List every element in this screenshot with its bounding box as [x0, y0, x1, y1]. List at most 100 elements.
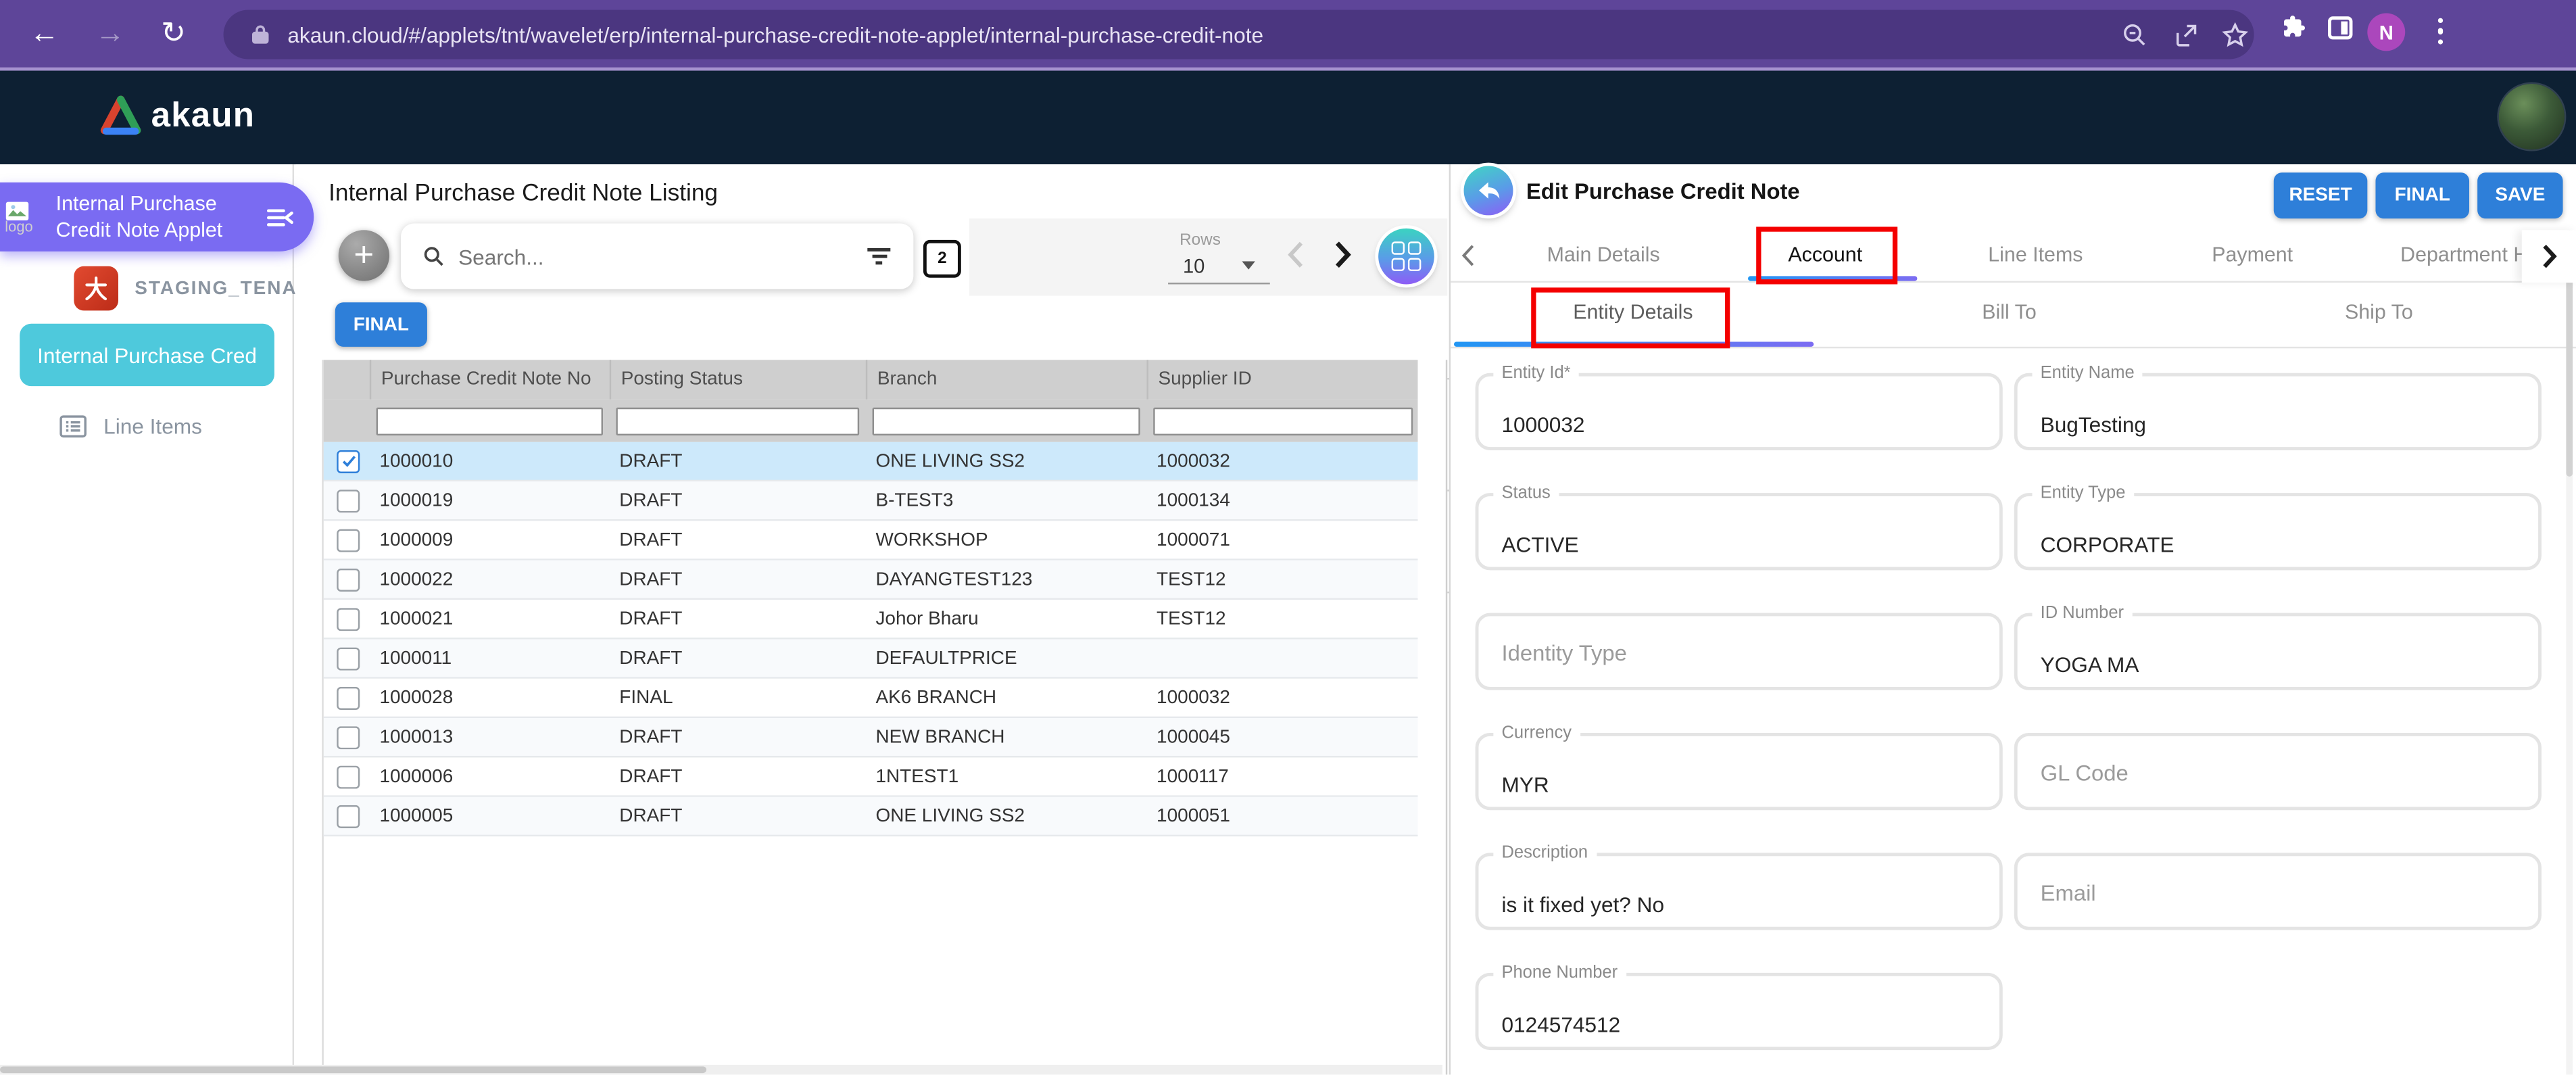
row-checkbox[interactable]	[337, 450, 360, 473]
brand-name: akaun	[151, 97, 256, 136]
cell-supplier-id: 1000071	[1146, 530, 1419, 550]
row-checkbox[interactable]	[337, 686, 360, 709]
bookmark-star-icon[interactable]	[2221, 22, 2249, 49]
table-row[interactable]: 1000011DRAFTDEFAULTPRICE	[324, 639, 1418, 678]
entity-name-field[interactable]: Entity Name BugTesting	[2014, 373, 2542, 450]
tenant-row[interactable]: STAGING_TENANT	[74, 266, 324, 311]
row-checkbox[interactable]	[337, 765, 360, 788]
save-button[interactable]: SAVE	[2477, 172, 2562, 218]
row-checkbox[interactable]	[337, 805, 360, 828]
sidebar-item-line-items[interactable]: Line Items	[59, 414, 201, 438]
horizontal-scrollbar[interactable]	[0, 1065, 1442, 1075]
tab-main-details[interactable]: Main Details	[1547, 243, 1660, 266]
cell-supplier-id: 1000134	[1146, 490, 1419, 510]
row-checkbox[interactable]	[337, 607, 360, 630]
tab-payment[interactable]: Payment	[2212, 243, 2293, 266]
column-filter-input[interactable]	[873, 408, 1140, 435]
row-checkbox[interactable]	[337, 725, 360, 748]
share-icon[interactable]	[2172, 22, 2200, 49]
identity-type-field[interactable]: Identity Type	[1476, 613, 2003, 690]
grid-icon	[1391, 241, 1421, 272]
phone-number-field[interactable]: Phone Number 0124574512	[1476, 973, 2003, 1050]
row-checkbox[interactable]	[337, 646, 360, 669]
sidebar: logo Internal Purchase Credit Note Apple…	[0, 164, 294, 1074]
add-record-button[interactable]: +	[339, 230, 389, 281]
apps-grid-button[interactable]	[1378, 229, 1434, 285]
applet-banner[interactable]: logo Internal Purchase Credit Note Apple…	[0, 183, 314, 252]
horizontal-scrollbar-thumb[interactable]	[0, 1066, 706, 1073]
id-number-field[interactable]: ID Number YOGA MA	[2014, 613, 2542, 690]
table-filter-row	[324, 400, 1418, 442]
column-header[interactable]: Branch	[866, 360, 1147, 399]
column-filter-input[interactable]	[376, 408, 603, 435]
cell-branch: 1NTEST1	[866, 767, 1147, 786]
side-panel-icon[interactable]	[2328, 16, 2352, 39]
browser-menu-icon[interactable]	[2438, 18, 2444, 45]
final-action-button[interactable]: FINAL	[335, 302, 427, 347]
field-value: BugTesting	[2041, 412, 2146, 437]
field-label: Entity Name	[2033, 363, 2143, 383]
lock-icon	[249, 23, 271, 46]
column-header[interactable]: Purchase Credit Note No	[370, 360, 610, 399]
search-input[interactable]	[455, 242, 823, 270]
entity-id-field[interactable]: Entity Id* 1000032	[1476, 373, 2003, 450]
table-row[interactable]: 1000013DRAFTNEW BRANCH1000045	[324, 718, 1418, 757]
row-checkbox[interactable]	[337, 568, 360, 591]
table-row[interactable]: 1000005DRAFTONE LIVING SS21000051	[324, 797, 1418, 836]
tab-department-handling[interactable]: Department H	[2400, 243, 2528, 266]
currency-field[interactable]: Currency MYR	[1476, 733, 2003, 810]
subtab-ship-to[interactable]: Ship To	[2345, 301, 2413, 324]
table-row[interactable]: 1000006DRAFT1NTEST11000117	[324, 757, 1418, 796]
field-placeholder: Identity Type	[1501, 641, 1626, 665]
extensions-icon[interactable]	[2281, 13, 2310, 43]
url-bar[interactable]: akaun.cloud/#/applets/tnt/wavelet/erp/in…	[224, 10, 2254, 59]
tabs-scroll-right-button[interactable]	[2522, 230, 2576, 283]
column-filter-input[interactable]	[616, 408, 859, 435]
row-checkbox[interactable]	[337, 489, 360, 512]
entity-type-field[interactable]: Entity Type CORPORATE	[2014, 493, 2542, 570]
browser-forward-icon[interactable]: →	[95, 15, 125, 51]
cell-credit-note-no: 1000009	[370, 530, 610, 550]
cell-posting-status: DRAFT	[610, 569, 866, 589]
final-button[interactable]: FINAL	[2375, 172, 2469, 218]
description-field[interactable]: Description is it fixed yet? No	[1476, 853, 2003, 930]
back-button[interactable]	[1464, 166, 1513, 215]
reset-button[interactable]: RESET	[2274, 172, 2368, 218]
email-field[interactable]: Email	[2014, 853, 2542, 930]
row-checkbox[interactable]	[337, 528, 360, 551]
next-page-icon[interactable]	[1332, 240, 1354, 270]
table-row[interactable]: 1000022DRAFTDAYANGTEST123TEST12	[324, 560, 1418, 600]
table-row[interactable]: 1000019DRAFTB-TEST31000134	[324, 481, 1418, 521]
subtab-bill-to[interactable]: Bill To	[1982, 301, 2037, 324]
search-box[interactable]	[401, 224, 913, 289]
status-field[interactable]: Status ACTIVE	[1476, 493, 2003, 570]
table-row[interactable]: 1000009DRAFTWORKSHOP1000071	[324, 521, 1418, 560]
browser-back-icon[interactable]: ←	[30, 15, 59, 51]
view-mode-badge[interactable]: 2	[923, 240, 961, 278]
rows-per-page-select[interactable]: 10	[1183, 255, 1205, 278]
credit-note-table: Purchase Credit Note No Posting Status B…	[322, 360, 1417, 1074]
prev-page-icon[interactable]	[1285, 240, 1307, 270]
tabs-scroll-left-icon[interactable]	[1459, 243, 1477, 268]
sidebar-item-internal-purchase-credit-note[interactable]: Internal Purchase Cred	[20, 324, 274, 386]
gl-code-field[interactable]: GL Code	[2014, 733, 2542, 810]
field-placeholder: GL Code	[2041, 761, 2129, 785]
zoom-page-icon[interactable]	[2121, 22, 2149, 49]
field-label: Phone Number	[1493, 963, 1626, 982]
browser-reload-icon[interactable]: ↻	[161, 15, 186, 51]
collapse-menu-icon[interactable]	[266, 205, 294, 229]
profile-avatar[interactable]	[2499, 84, 2565, 149]
table-row[interactable]: 1000028FINALAK6 BRANCH1000032	[324, 679, 1418, 718]
vertical-scrollbar[interactable]	[2566, 230, 2573, 1074]
column-filter-input[interactable]	[1153, 408, 1413, 435]
rows-caret-icon[interactable]	[1242, 261, 1255, 269]
field-value: CORPORATE	[2041, 532, 2174, 556]
sort-filter-icon[interactable]	[867, 248, 890, 265]
tab-line-items[interactable]: Line Items	[1988, 243, 2083, 266]
column-header[interactable]: Supplier ID	[1146, 360, 1419, 399]
table-row[interactable]: 1000010DRAFTONE LIVING SS21000032	[324, 442, 1418, 481]
table-row[interactable]: 1000021DRAFTJohor BharuTEST12	[324, 600, 1418, 639]
column-header[interactable]: Posting Status	[610, 360, 866, 399]
edit-tabs-row: Main Details Account Line Items Payment …	[1451, 230, 2576, 283]
browser-profile-badge[interactable]: N	[2367, 13, 2405, 51]
